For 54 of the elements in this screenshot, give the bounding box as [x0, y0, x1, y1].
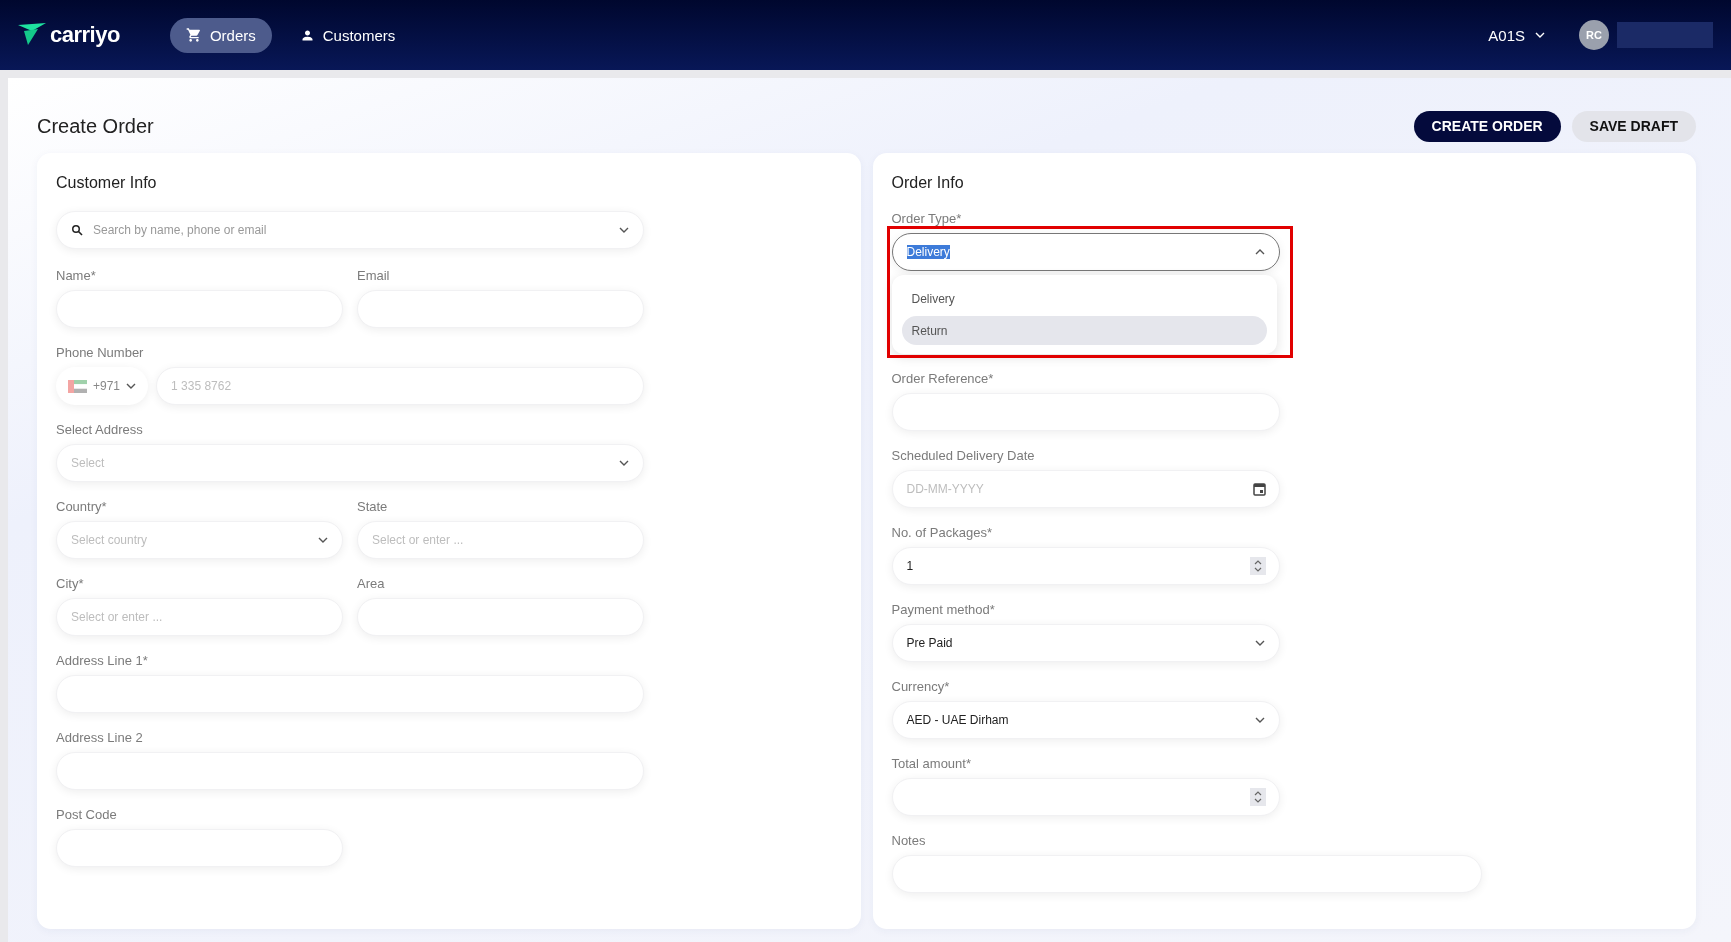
nav-tab[interactable]: Customers	[283, 17, 412, 53]
field-label: Scheduled Delivery Date	[891, 448, 1036, 464]
account-menu[interactable]: A01S	[1488, 26, 1545, 44]
chevron-down-icon	[1535, 32, 1545, 38]
select-field[interactable]: Delivery	[891, 233, 1280, 271]
select-field[interactable]: Pre Paid	[891, 624, 1280, 662]
chevron-down-icon	[1254, 640, 1265, 646]
card-title: Order Info	[891, 173, 965, 193]
search-placeholder: Search by name, phone or email	[93, 223, 268, 237]
dropdown-option[interactable]: Return	[901, 316, 1267, 345]
field-label: State	[357, 499, 389, 515]
card-title: Customer Info	[56, 173, 158, 193]
nav-tab[interactable]: Orders	[169, 17, 272, 53]
field-label: Select Address	[56, 422, 144, 438]
field-label: Address Line 2	[56, 730, 144, 746]
field-label: Phone Number	[56, 345, 145, 361]
select-field[interactable]: AED - UAE Dirham	[891, 701, 1280, 739]
number-field[interactable]: 1	[891, 547, 1280, 585]
field-label: Post Code	[56, 807, 118, 823]
search-icon	[71, 224, 83, 236]
number-field[interactable]	[891, 778, 1280, 816]
chevron-up-icon	[1254, 249, 1265, 255]
field-label: Name*	[56, 268, 97, 284]
cart-icon	[185, 27, 202, 43]
field-label: Area	[357, 576, 386, 592]
phone-input[interactable]: 1 335 8762	[156, 367, 644, 405]
field-label: City*	[56, 576, 85, 592]
date-field[interactable]: DD-MM-YYYY	[891, 470, 1280, 508]
field-label: Currency*	[891, 679, 951, 695]
chevron-down-icon	[1254, 717, 1265, 723]
dropdown-option[interactable]: Delivery	[901, 284, 1267, 313]
logo-icon	[18, 23, 46, 47]
create-order-button[interactable]: CREATE ORDER	[1413, 110, 1561, 142]
field-label: Payment method*	[891, 602, 996, 618]
field-label: No. of Packages*	[891, 525, 993, 541]
save-draft-button[interactable]: SAVE DRAFT	[1571, 110, 1696, 142]
flag-icon	[68, 379, 87, 393]
text-field[interactable]: Select or enter ...	[357, 521, 644, 559]
logo-text: carriyo	[50, 22, 120, 48]
calendar-icon[interactable]	[1252, 482, 1266, 496]
field-label: Order Type*	[891, 211, 963, 227]
chevron-down-icon	[318, 537, 328, 543]
page-title: Create Order	[37, 114, 155, 138]
field-label: Address Line 1*	[56, 653, 149, 669]
field-label: Notes	[891, 833, 927, 849]
chevron-down-icon	[619, 227, 629, 233]
field-label: Total amount*	[891, 756, 972, 772]
chevron-down-icon	[126, 383, 137, 389]
country-code-select[interactable]: +971	[56, 367, 149, 405]
chevron-down-icon	[619, 460, 629, 466]
field-label: Order Reference*	[891, 371, 995, 387]
field-label: Email	[357, 268, 391, 284]
field-label: Country*	[56, 499, 108, 515]
text-field[interactable]: Select or enter ...	[56, 598, 343, 636]
